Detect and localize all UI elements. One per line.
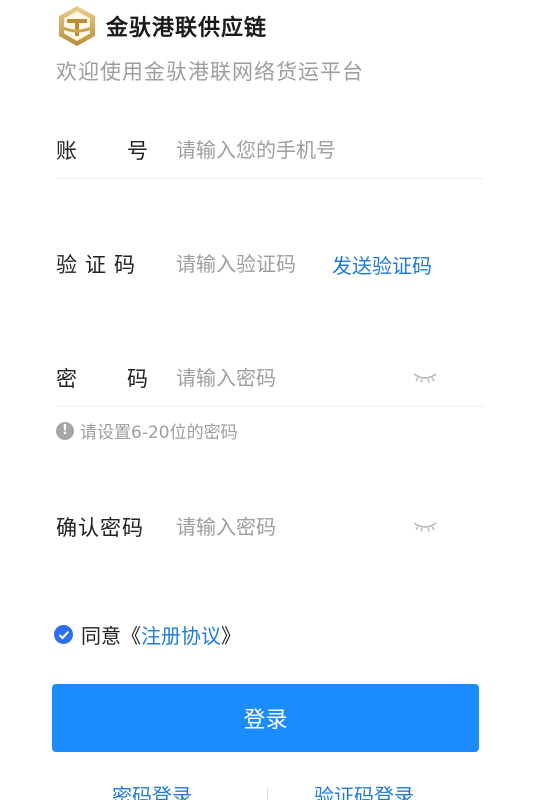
- password-input[interactable]: [174, 365, 398, 391]
- password-label-char: 码: [127, 367, 148, 391]
- eye-closed-icon[interactable]: [412, 371, 438, 385]
- login-button[interactable]: 登录: [52, 684, 479, 752]
- agreement-link[interactable]: 注册协议: [141, 620, 221, 649]
- password-hint: ! 请设置6-20位的密码: [56, 418, 238, 443]
- confirm-row: 确认密码: [56, 499, 486, 555]
- code-login-link[interactable]: 验证码登录: [314, 784, 414, 800]
- password-divider: [56, 406, 484, 407]
- agreement-row: 同意《 注册协议 》: [54, 620, 241, 649]
- account-label: 账 号: [56, 135, 148, 165]
- welcome-subtitle: 欢迎使用金驮港联网络货运平台: [56, 60, 364, 84]
- phone-input[interactable]: [174, 137, 478, 163]
- account-row: 账 号: [56, 122, 486, 178]
- agree-checkbox[interactable]: [54, 625, 73, 644]
- code-row: 验证码 发送验证码: [56, 236, 486, 292]
- account-label-char: 号: [127, 139, 148, 163]
- password-login-link[interactable]: 密码登录: [112, 784, 192, 800]
- account-label-char: 账: [56, 139, 77, 163]
- password-hint-text: 请设置6-20位的密码: [80, 423, 238, 443]
- checkmark-icon: [58, 630, 69, 639]
- confirm-label: 确认密码: [56, 516, 144, 540]
- brand-name: 金驮港联供应链: [106, 16, 268, 41]
- account-divider: [56, 178, 484, 179]
- send-code-button[interactable]: 发送验证码: [332, 250, 432, 279]
- code-label: 验证码: [56, 253, 143, 277]
- password-label-char: 密: [56, 367, 77, 391]
- bottom-links: 密码登录 验证码登录: [0, 784, 536, 800]
- brand-logo-icon: [59, 6, 95, 46]
- eye-closed-icon[interactable]: [412, 520, 438, 534]
- agreement-suffix: 》: [221, 624, 241, 648]
- code-input[interactable]: [174, 251, 358, 277]
- password-row: 密 码: [56, 350, 486, 406]
- confirm-password-input[interactable]: [174, 514, 398, 540]
- info-icon: !: [56, 421, 74, 440]
- bottom-divider: [267, 788, 268, 800]
- password-label: 密 码: [56, 363, 148, 393]
- agreement-prefix: 同意《: [81, 624, 141, 648]
- brand-header: 金驮港联供应链: [56, 4, 267, 48]
